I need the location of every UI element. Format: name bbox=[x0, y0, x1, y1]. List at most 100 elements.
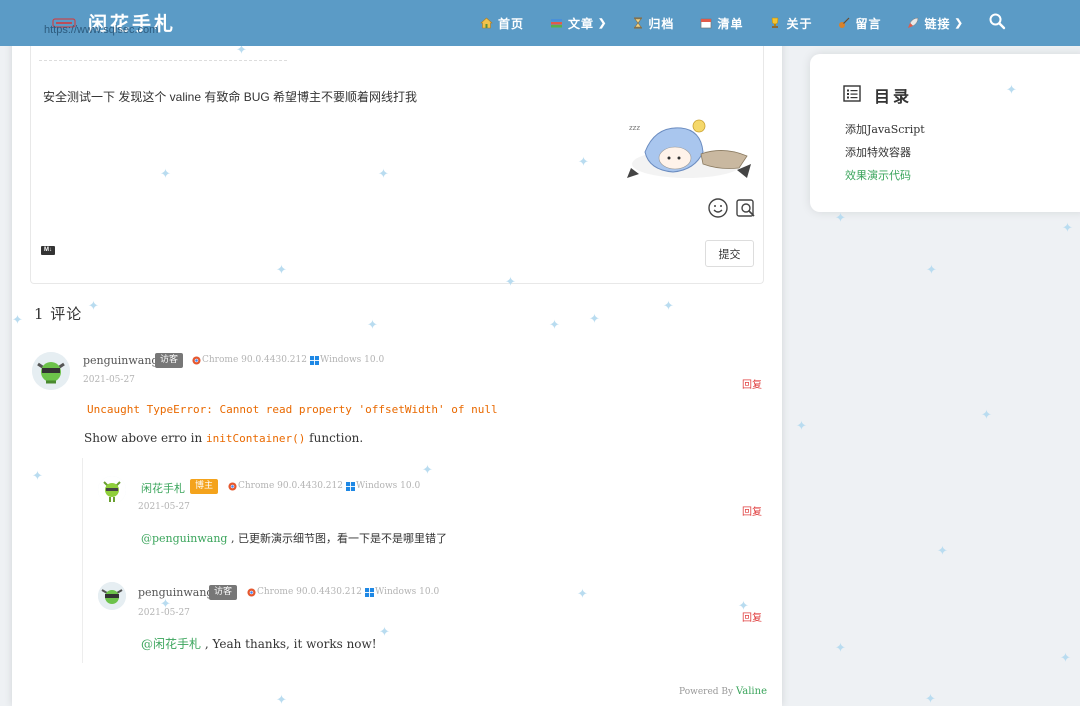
sparkle-decoration: ✦ bbox=[88, 299, 99, 314]
sparkle-decoration: ✦ bbox=[738, 599, 749, 614]
os-info: Windows 10.0 bbox=[346, 481, 420, 491]
sparkle-decoration: ✦ bbox=[276, 693, 287, 706]
svg-text:zzz: zzz bbox=[629, 124, 640, 132]
search-icon[interactable] bbox=[988, 12, 1006, 30]
toc-item[interactable]: 添加特效容器 bbox=[845, 144, 911, 160]
nav-item-links[interactable]: 链接 ❯ bbox=[907, 15, 963, 32]
sparkle-decoration: ✦ bbox=[549, 318, 560, 333]
hourglass-icon bbox=[634, 17, 643, 29]
sparkle-decoration: ✦ bbox=[981, 408, 992, 423]
sticker-image: zzz bbox=[627, 119, 751, 178]
sparkle-decoration: ✦ bbox=[367, 318, 378, 333]
powered-by: Powered By Valine bbox=[679, 686, 767, 697]
chrome-icon bbox=[228, 481, 237, 491]
error-code-line: Uncaught TypeError: Cannot read property… bbox=[87, 403, 498, 416]
browser-label: Chrome 90.0.4430.212 bbox=[257, 587, 362, 597]
markdown-icon[interactable]: M↓ bbox=[41, 246, 55, 255]
browser-label: Chrome 90.0.4430.212 bbox=[202, 355, 307, 365]
sparkle-decoration: ✦ bbox=[926, 263, 937, 278]
sparkle-decoration: ✦ bbox=[379, 625, 390, 640]
reply-button[interactable]: 回复 bbox=[742, 503, 762, 518]
sparkle-decoration: ✦ bbox=[796, 419, 807, 434]
sparkle-decoration: ✦ bbox=[422, 463, 433, 478]
os-info: Windows 10.0 bbox=[310, 355, 384, 365]
sparkle-decoration: ✦ bbox=[378, 167, 389, 182]
comment-text-body: , 已更新演示细节图，看一下是不是哪里错了 bbox=[227, 532, 447, 545]
windows-icon bbox=[310, 355, 319, 365]
sparkle-decoration: ✦ bbox=[663, 299, 674, 314]
comment-author[interactable]: 闲花手札 bbox=[141, 480, 185, 496]
chrome-icon bbox=[247, 587, 256, 597]
avatar bbox=[98, 476, 126, 504]
table-of-contents: 目录 添加JavaScript 添加特效容器 效果演示代码 bbox=[810, 54, 1080, 212]
guest-badge: 访客 bbox=[209, 585, 238, 600]
os-label: Windows 10.0 bbox=[356, 481, 421, 491]
nav-label: 留言 bbox=[855, 16, 882, 31]
nav-label: 清单 bbox=[717, 16, 744, 31]
reply-button[interactable]: 回复 bbox=[742, 376, 762, 391]
powered-by-label: Powered By bbox=[679, 687, 734, 697]
sparkle-decoration: ✦ bbox=[835, 211, 846, 226]
sparkle-decoration: ✦ bbox=[505, 275, 516, 290]
chrome-icon bbox=[192, 355, 201, 365]
emoji-icon[interactable] bbox=[707, 197, 729, 219]
nav-item-articles[interactable]: 文章 ❯ bbox=[550, 15, 607, 32]
windows-icon bbox=[365, 587, 374, 597]
sparkle-decoration: ✦ bbox=[925, 692, 936, 706]
nav-item-about[interactable]: 关于 bbox=[769, 15, 812, 32]
nav-label: 文章 bbox=[568, 16, 595, 31]
nav-item-guestbook[interactable]: 留言 bbox=[838, 15, 881, 32]
windows-icon bbox=[346, 481, 355, 491]
comment-author[interactable]: penguinwang bbox=[83, 354, 158, 367]
guitar-icon bbox=[839, 17, 850, 28]
valine-link[interactable]: Valine bbox=[736, 686, 767, 697]
avatar bbox=[98, 582, 126, 610]
comment-text: @闲花手札 , Yeah thanks, it works now! bbox=[141, 635, 377, 652]
submit-button[interactable]: 提交 bbox=[705, 240, 754, 267]
nav-label: 链接 bbox=[924, 16, 951, 31]
sparkle-decoration: ✦ bbox=[578, 155, 589, 170]
list-icon bbox=[843, 85, 861, 102]
preview-icon[interactable] bbox=[735, 197, 757, 219]
nav-item-home[interactable]: 首页 bbox=[480, 15, 524, 32]
mention-link[interactable]: @闲花手札 bbox=[141, 637, 201, 651]
thread-line bbox=[82, 458, 83, 663]
nav-item-archive[interactable]: 归档 bbox=[633, 15, 674, 32]
comment-author[interactable]: penguinwang bbox=[138, 586, 213, 599]
top-navbar: 闲花手札 https://www.sqlsec.com 首页 文章 ❯ 归档 清… bbox=[0, 0, 1080, 46]
comment-text-before: Show above erro in bbox=[84, 431, 207, 445]
comment-text: Show above erro in initContainer() funct… bbox=[84, 431, 363, 445]
chevron-down-icon: ❯ bbox=[598, 17, 608, 29]
comment-text: @penguinwang , 已更新演示细节图，看一下是不是哪里错了 bbox=[141, 530, 447, 546]
sparkle-decoration: ✦ bbox=[12, 313, 23, 328]
toc-item-active[interactable]: 效果演示代码 bbox=[845, 167, 911, 183]
sparkle-decoration: ✦ bbox=[276, 263, 287, 278]
main-column: 安全测试一下 发现这个 valine 有致命 BUG 希望博主不要顺着网线打我 … bbox=[12, 0, 782, 706]
toc-item[interactable]: 添加JavaScript bbox=[845, 121, 925, 137]
comments-count: 1 评论 bbox=[34, 305, 83, 323]
nav-item-list[interactable]: 清单 bbox=[700, 15, 743, 32]
toc-title: 目录 bbox=[874, 87, 913, 106]
mention-link[interactable]: @penguinwang bbox=[141, 532, 227, 545]
main-nav: 首页 文章 ❯ 归档 清单 关于 留言 链接 ❯ bbox=[480, 0, 990, 46]
nav-label: 归档 bbox=[648, 16, 675, 31]
sparkle-decoration: ✦ bbox=[937, 544, 948, 559]
os-label: Windows 10.0 bbox=[320, 355, 385, 365]
avatar bbox=[32, 352, 70, 390]
comment-textarea[interactable]: 安全测试一下 发现这个 valine 有致命 BUG 希望博主不要顺着网线打我 bbox=[43, 88, 417, 105]
sparkle-decoration: ✦ bbox=[1062, 221, 1073, 236]
sparkle-decoration: ✦ bbox=[1006, 83, 1017, 98]
sparkle-decoration: ✦ bbox=[160, 597, 171, 612]
editor-divider bbox=[39, 60, 287, 61]
chevron-down-icon: ❯ bbox=[954, 17, 964, 29]
comment-text-after: function. bbox=[305, 431, 364, 445]
site-url: https://www.sqlsec.com bbox=[44, 24, 159, 36]
browser-label: Chrome 90.0.4430.212 bbox=[238, 481, 343, 491]
trophy-icon bbox=[772, 17, 779, 28]
browser-info: Chrome 90.0.4430.212 bbox=[192, 355, 307, 365]
calendar-icon bbox=[701, 18, 712, 29]
guest-badge: 访客 bbox=[155, 353, 184, 368]
sparkle-decoration: ✦ bbox=[835, 641, 846, 656]
rocket-icon bbox=[908, 17, 919, 28]
sparkle-decoration: ✦ bbox=[160, 167, 171, 182]
